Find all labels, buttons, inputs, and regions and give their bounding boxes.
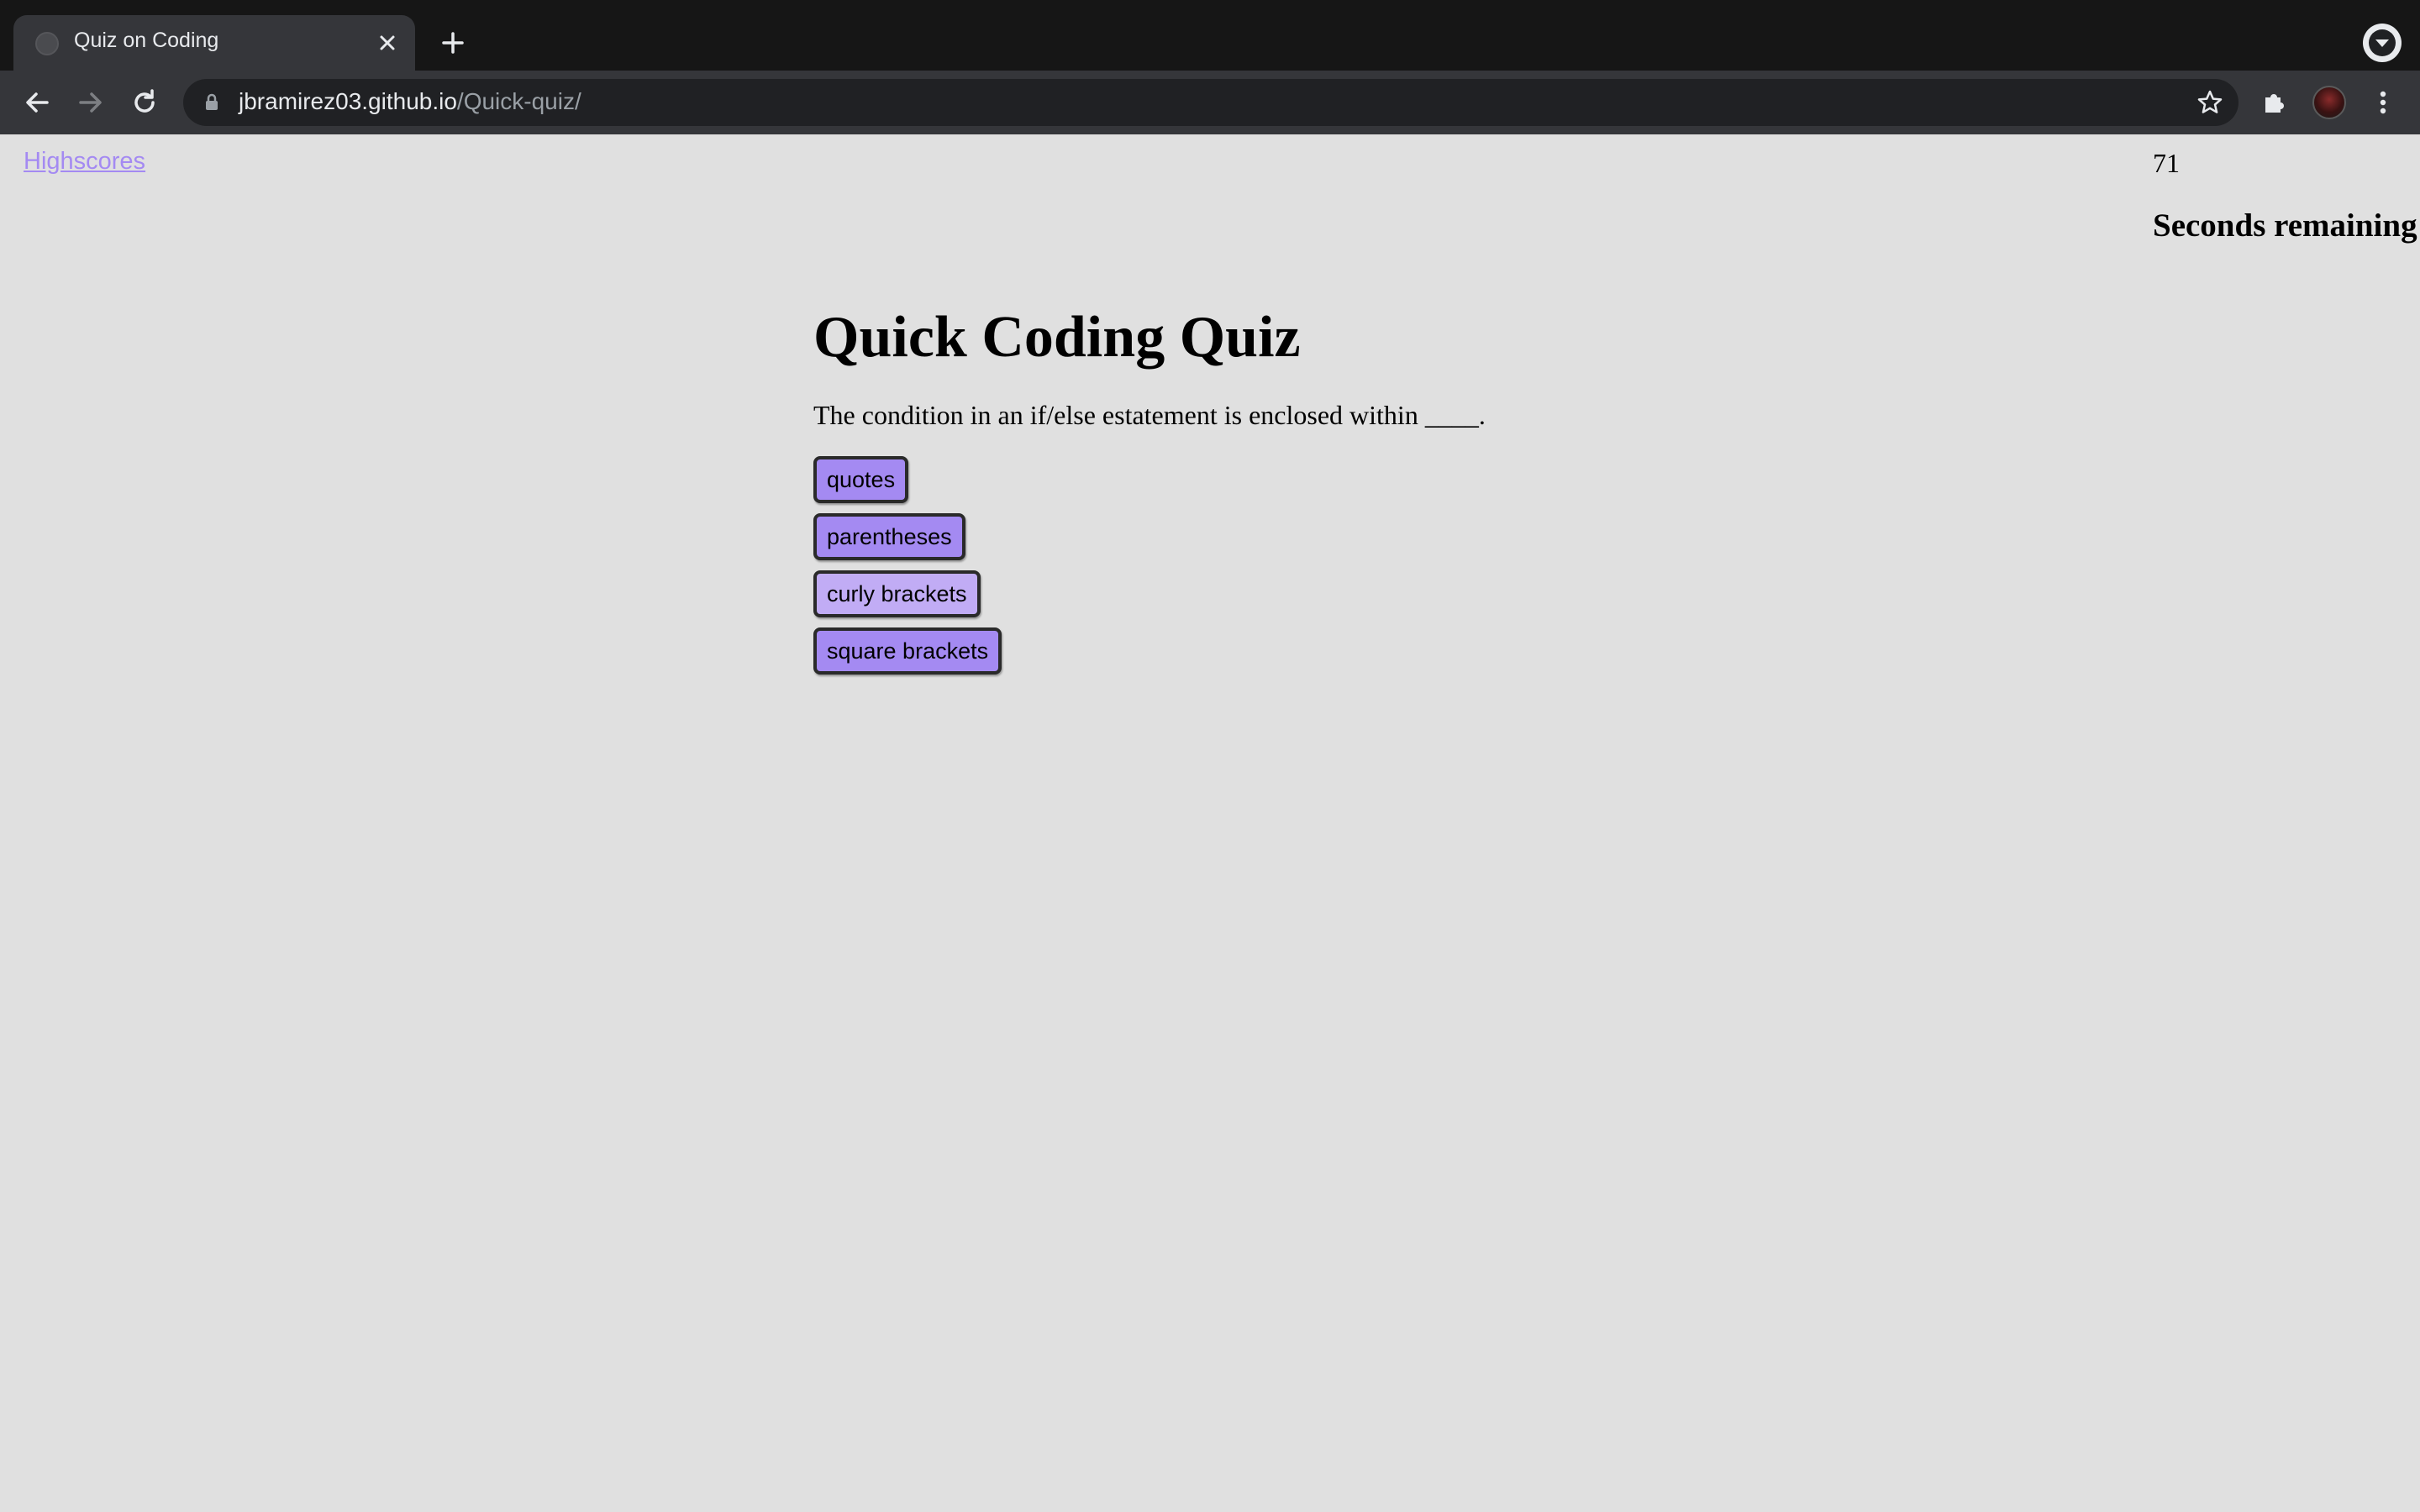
answer-button-square-brackets[interactable]: square brackets — [813, 627, 1002, 675]
profile-avatar[interactable] — [2312, 86, 2346, 119]
chevron-down-icon[interactable] — [2363, 24, 2402, 62]
browser-chrome: Quiz on Coding jbramirez03.github.io/Qui… — [0, 0, 2420, 134]
arrow-right-icon[interactable] — [71, 82, 111, 123]
tab-title: Quiz on Coding — [74, 29, 219, 52]
answer-button-parentheses[interactable]: parentheses — [813, 513, 965, 560]
browser-toolbar: jbramirez03.github.io/Quick-quiz/ — [0, 71, 2420, 134]
quiz-title: Quick Coding Quiz — [813, 305, 1301, 370]
highscores-link[interactable]: Highscores — [24, 148, 145, 176]
close-icon[interactable] — [371, 27, 403, 59]
url-path: /Quick-quiz/ — [456, 88, 581, 114]
arrow-left-icon[interactable] — [17, 82, 57, 123]
answer-button-curly-brackets[interactable]: curly brackets — [813, 570, 981, 617]
puzzle-icon[interactable] — [2254, 82, 2294, 123]
url-text[interactable]: jbramirez03.github.io/Quick-quiz/ — [239, 88, 581, 115]
quiz-container: Quick Coding Quiz The condition in an if… — [813, 302, 1822, 685]
question-text: The condition in an if/else estatement i… — [813, 400, 1486, 430]
answer-button-quotes[interactable]: quotes — [813, 456, 909, 503]
favicon-icon — [35, 32, 59, 55]
tab-strip: Quiz on Coding — [0, 0, 2420, 71]
browser-tab[interactable]: Quiz on Coding — [13, 15, 415, 71]
page-content: Highscores 71 Seconds remaining Quick Co… — [0, 134, 2420, 1512]
timer-label: Seconds remaining — [2153, 207, 2417, 244]
reload-icon[interactable] — [124, 82, 165, 123]
address-bar[interactable]: jbramirez03.github.io/Quick-quiz/ — [183, 79, 2238, 126]
star-icon[interactable] — [2195, 87, 2225, 118]
timer-value: 71 — [2153, 148, 2180, 178]
url-host: jbramirez03.github.io — [239, 88, 457, 114]
plus-icon[interactable] — [434, 24, 472, 62]
answer-list: quotes parentheses curly brackets square… — [813, 456, 1822, 675]
lock-icon[interactable] — [202, 92, 222, 113]
kebab-menu-icon[interactable] — [2363, 82, 2403, 123]
